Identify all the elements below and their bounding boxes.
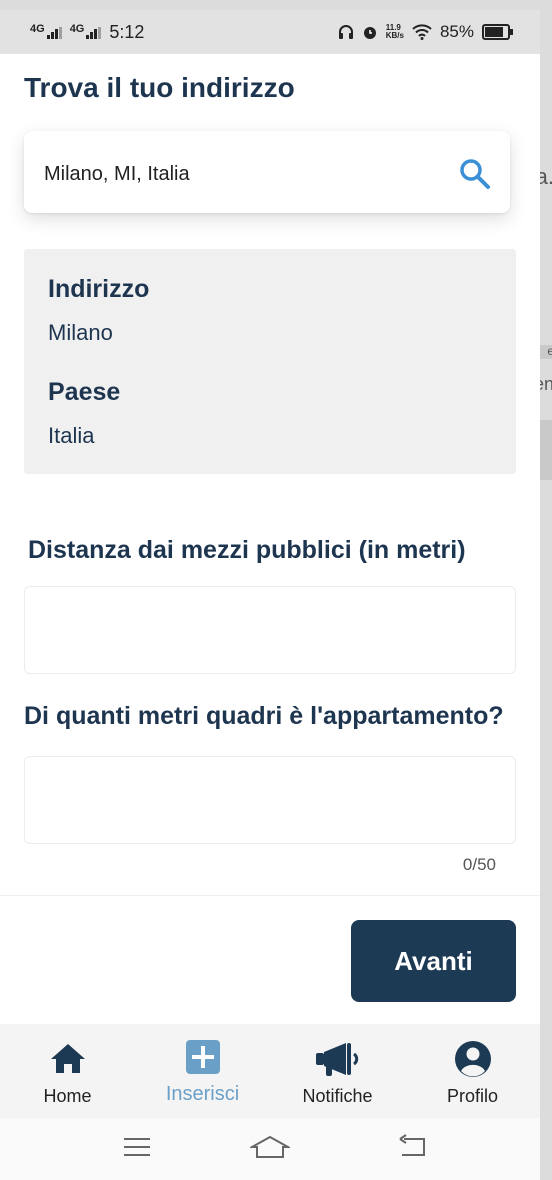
- network-speed-unit: KB/s: [385, 31, 404, 40]
- search-icon[interactable]: [458, 157, 492, 191]
- address-search-input[interactable]: [42, 153, 446, 195]
- distance-field-box: [24, 586, 516, 674]
- address-search-card: [24, 131, 510, 213]
- nav-item-home[interactable]: Home: [0, 1024, 135, 1118]
- menu-icon[interactable]: [122, 1134, 152, 1160]
- battery-percent: 85%: [439, 22, 474, 41]
- home-icon: [50, 1044, 85, 1073]
- nav-item-notifiche[interactable]: Notifiche: [270, 1024, 405, 1118]
- system-nav-bar: [0, 1118, 540, 1180]
- megaphone-icon: [315, 1043, 358, 1076]
- add-icon: [185, 1040, 220, 1074]
- nav-item-inserisci[interactable]: Inserisci: [135, 1024, 270, 1118]
- nav-label-inserisci: Inserisci: [165, 1083, 240, 1105]
- area-input[interactable]: [25, 757, 515, 843]
- network-indicator-1: 4G: [30, 22, 45, 35]
- profile-icon: [454, 1041, 491, 1077]
- country-label: Paese: [48, 378, 121, 406]
- nav-item-profilo[interactable]: Profilo: [405, 1024, 540, 1118]
- area-char-counter: 0/50: [462, 855, 496, 874]
- back-icon[interactable]: [398, 1134, 428, 1160]
- battery-icon: [482, 24, 513, 40]
- next-button[interactable]: Avanti: [351, 920, 516, 1002]
- area-field-box: [24, 756, 516, 844]
- wifi-icon: [412, 24, 432, 40]
- status-right: 11.9 KB/s 85%: [338, 22, 513, 42]
- page-title: Trova il tuo indirizzo: [24, 72, 295, 103]
- background-text: e: [547, 344, 552, 358]
- bottom-nav: Home Inserisci Notifiche Profilo: [0, 1024, 540, 1118]
- nav-label-profilo: Profilo: [446, 1086, 499, 1106]
- address-value: Milano: [48, 320, 113, 345]
- status-time: 5:12: [109, 22, 145, 42]
- nav-label-notifiche: Notifiche: [302, 1086, 373, 1106]
- status-left: 4G 4G 5:12: [30, 22, 144, 43]
- address-label: Indirizzo: [48, 275, 150, 303]
- signal-icon: [86, 26, 102, 39]
- area-label: Di quanti metri quadri è l'appartamento?: [24, 702, 504, 730]
- distance-input[interactable]: [25, 587, 515, 673]
- app-sheet: 4G 4G 5:12 11.9 KB/s 85% Trova il tuo in…: [0, 10, 540, 1180]
- distance-label: Distanza dai mezzi pubblici (in metri): [28, 536, 466, 564]
- signal-icon: [46, 26, 62, 39]
- network-speed: 11.9 KB/s: [386, 24, 404, 40]
- nav-label-home: Home: [43, 1086, 92, 1106]
- headphones-icon: [338, 25, 353, 39]
- network-indicator-2: 4G: [69, 22, 85, 35]
- status-bar: 4G 4G 5:12 11.9 KB/s 85%: [0, 10, 540, 54]
- address-info-box: Indirizzo Milano Paese Italia: [24, 249, 516, 474]
- home-nav-icon[interactable]: [250, 1134, 290, 1160]
- country-value: Italia: [48, 423, 95, 448]
- alarm-icon: [363, 27, 376, 39]
